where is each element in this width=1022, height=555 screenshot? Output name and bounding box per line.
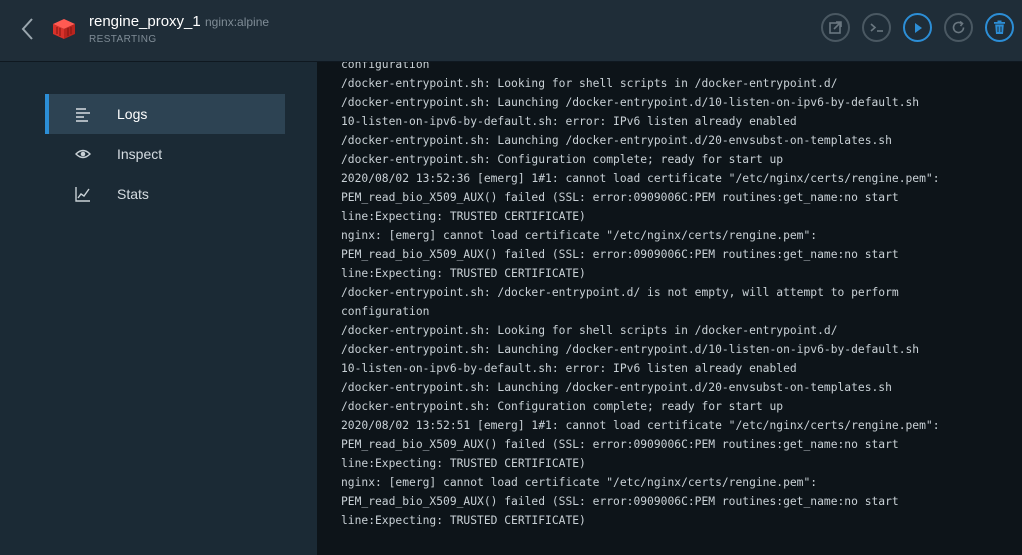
sidebar-item-label: Logs <box>117 106 148 122</box>
trash-icon <box>994 20 1005 34</box>
container-cube-icon <box>52 18 76 40</box>
log-line: /docker-entrypoint.sh: Launching /docker… <box>341 96 920 109</box>
eye-icon <box>75 149 91 159</box>
log-line: PEM_read_bio_X509_AUX() failed (SSL: err… <box>341 248 899 261</box>
log-line: line:Expecting: TRUSTED CERTIFICATE) <box>341 267 586 280</box>
terminal-icon <box>869 23 883 32</box>
restart-icon <box>952 20 965 34</box>
chevron-left-icon <box>21 18 33 40</box>
sidebar-item-inspect[interactable]: Inspect <box>45 134 285 174</box>
sidebar-item-label: Stats <box>117 186 149 202</box>
sidebar-item-logs[interactable]: Logs <box>45 94 285 134</box>
log-line: /docker-entrypoint.sh: Looking for shell… <box>341 324 838 337</box>
log-line: 10-listen-on-ipv6-by-default.sh: error: … <box>341 115 797 128</box>
sidebar: Logs Inspect Stats <box>0 62 317 555</box>
log-line: /docker-entrypoint.sh: Configuration com… <box>341 400 784 413</box>
log-line: nginx: [emerg] cannot load certificate "… <box>341 229 818 242</box>
app-window: rengine_proxy_1 nginx:alpine RESTARTING <box>0 0 1022 555</box>
restart-button[interactable] <box>944 13 973 42</box>
sidebar-nav: Logs Inspect Stats <box>45 94 285 214</box>
log-line: /docker-entrypoint.sh: /docker-entrypoin… <box>341 286 899 299</box>
log-line: line:Expecting: TRUSTED CERTIFICATE) <box>341 457 586 470</box>
log-line: /docker-entrypoint.sh: Looking for shell… <box>341 77 838 90</box>
log-line: /docker-entrypoint.sh: Configuration com… <box>341 153 784 166</box>
exec-terminal-button[interactable] <box>862 13 891 42</box>
delete-button[interactable] <box>985 13 1014 42</box>
open-external-button[interactable] <box>821 13 850 42</box>
status-badge: RESTARTING <box>89 34 157 45</box>
container-header: rengine_proxy_1 nginx:alpine RESTARTING <box>0 0 1022 62</box>
log-line: configuration <box>341 305 430 318</box>
log-line: line:Expecting: TRUSTED CERTIFICATE) <box>341 514 586 527</box>
log-line: /docker-entrypoint.sh: Launching /docker… <box>341 381 892 394</box>
chart-icon <box>75 187 90 202</box>
log-line: 2020/08/02 13:52:51 [emerg] 1#1: cannot … <box>341 419 940 432</box>
log-lines: configuration/docker-entrypoint.sh: Look… <box>341 62 1011 530</box>
log-line: PEM_read_bio_X509_AUX() failed (SSL: err… <box>341 438 899 451</box>
log-line: /docker-entrypoint.sh: Launching /docker… <box>341 134 892 147</box>
sidebar-item-stats[interactable]: Stats <box>45 174 285 214</box>
back-button[interactable] <box>18 16 38 42</box>
log-line: line:Expecting: TRUSTED CERTIFICATE) <box>341 210 586 223</box>
sidebar-item-label: Inspect <box>117 146 163 162</box>
play-icon <box>914 22 922 33</box>
log-line: configuration <box>341 62 430 71</box>
log-line: PEM_read_bio_X509_AUX() failed (SSL: err… <box>341 495 899 508</box>
log-line: nginx: [emerg] cannot load certificate "… <box>341 476 818 489</box>
log-line: 2020/08/02 13:52:36 [emerg] 1#1: cannot … <box>341 172 940 185</box>
start-button[interactable] <box>903 13 932 42</box>
container-name: rengine_proxy_1 <box>89 13 201 30</box>
logs-icon <box>76 108 90 122</box>
log-line: /docker-entrypoint.sh: Launching /docker… <box>341 343 920 356</box>
external-link-icon <box>829 21 842 34</box>
action-toolbar <box>821 13 1014 45</box>
log-line: PEM_read_bio_X509_AUX() failed (SSL: err… <box>341 191 899 204</box>
container-image: nginx:alpine <box>205 15 270 29</box>
log-line: 10-listen-on-ipv6-by-default.sh: error: … <box>341 362 797 375</box>
log-output-panel[interactable]: configuration/docker-entrypoint.sh: Look… <box>317 62 1022 555</box>
